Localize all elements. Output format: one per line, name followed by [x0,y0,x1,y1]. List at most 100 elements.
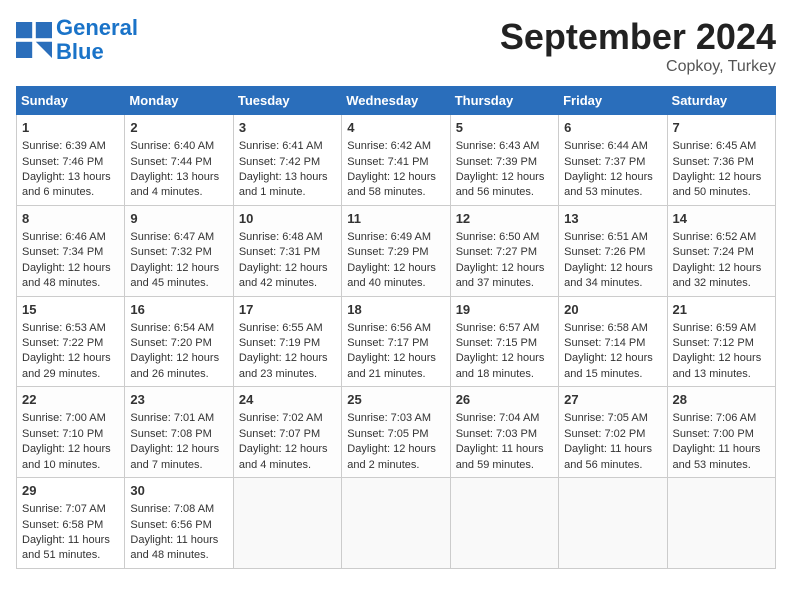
day-number: 15 [22,301,119,319]
day-info: Sunrise: 6:49 AMSunset: 7:29 PMDaylight:… [347,231,436,289]
calendar-cell: 26 Sunrise: 7:04 AMSunset: 7:03 PMDayligh… [450,387,558,478]
column-header-monday: Monday [125,87,233,115]
day-number: 18 [347,301,444,319]
day-info: Sunrise: 6:53 AMSunset: 7:22 PMDaylight:… [22,322,111,380]
calendar-cell [559,478,667,569]
day-info: Sunrise: 7:03 AMSunset: 7:05 PMDaylight:… [347,412,436,470]
calendar-cell: 20Sunrise: 6:58 AMSunset: 7:14 PMDayligh… [559,296,667,387]
calendar-cell [233,478,341,569]
day-number: 17 [239,301,336,319]
calendar-week-row: 15 Sunrise: 6:53 AMSunset: 7:22 PMDayligh… [17,296,776,387]
calendar-cell [450,478,558,569]
calendar-cell: 30 Sunrise: 7:08 AMSunset: 6:56 PMDayligh… [125,478,233,569]
day-info: Sunrise: 6:46 AMSunset: 7:34 PMDaylight:… [22,231,111,289]
day-number: 2 [130,119,227,137]
day-info: Sunrise: 7:00 AMSunset: 7:10 PMDaylight:… [22,412,111,470]
day-number: 11 [347,210,444,228]
calendar-cell: 14 Sunrise: 6:52 AMSunset: 7:24 PMDayligh… [667,205,775,296]
day-number: 28 [673,391,770,409]
day-number: 19 [456,301,553,319]
day-number: 27 [564,391,661,409]
day-number: 5 [456,119,553,137]
day-number: 3 [239,119,336,137]
location-subtitle: Copkoy, Turkey [500,58,776,76]
calendar-cell: 1Sunrise: 6:39 AMSunset: 7:46 PMDaylight… [17,115,125,206]
day-info: Sunrise: 6:57 AMSunset: 7:15 PMDaylight:… [456,322,545,380]
day-info: Sunrise: 7:06 AMSunset: 7:00 PMDaylight:… [673,412,761,470]
day-number: 22 [22,391,119,409]
day-info: Sunrise: 7:05 AMSunset: 7:02 PMDaylight:… [564,412,652,470]
day-info: Sunrise: 6:40 AMSunset: 7:44 PMDaylight:… [130,140,219,198]
day-number: 6 [564,119,661,137]
day-info: Sunrise: 6:55 AMSunset: 7:19 PMDaylight:… [239,322,328,380]
calendar-table: SundayMondayTuesdayWednesdayThursdayFrid… [16,86,776,569]
day-info: Sunrise: 6:44 AMSunset: 7:37 PMDaylight:… [564,140,653,198]
day-number: 20 [564,301,661,319]
day-info: Sunrise: 6:52 AMSunset: 7:24 PMDaylight:… [673,231,762,289]
day-info: Sunrise: 6:51 AMSunset: 7:26 PMDaylight:… [564,231,653,289]
column-header-thursday: Thursday [450,87,558,115]
day-info: Sunrise: 6:47 AMSunset: 7:32 PMDaylight:… [130,231,219,289]
calendar-cell: 28 Sunrise: 7:06 AMSunset: 7:00 PMDayligh… [667,387,775,478]
calendar-cell [667,478,775,569]
calendar-cell: 2 Sunrise: 6:40 AMSunset: 7:44 PMDaylight… [125,115,233,206]
calendar-cell: 18 Sunrise: 6:56 AMSunset: 7:17 PMDayligh… [342,296,450,387]
day-info: Sunrise: 6:43 AMSunset: 7:39 PMDaylight:… [456,140,545,198]
day-number: 21 [673,301,770,319]
day-info: Sunrise: 6:41 AMSunset: 7:42 PMDaylight:… [239,140,328,198]
calendar-cell: 6 Sunrise: 6:44 AMSunset: 7:37 PMDaylight… [559,115,667,206]
calendar-week-row: 22 Sunrise: 7:00 AMSunset: 7:10 PMDayligh… [17,387,776,478]
day-number: 7 [673,119,770,137]
calendar-cell: 25 Sunrise: 7:03 AMSunset: 7:05 PMDayligh… [342,387,450,478]
column-header-tuesday: Tuesday [233,87,341,115]
calendar-cell: 7Sunrise: 6:45 AMSunset: 7:36 PMDaylight… [667,115,775,206]
column-header-wednesday: Wednesday [342,87,450,115]
day-info: Sunrise: 6:42 AMSunset: 7:41 PMDaylight:… [347,140,436,198]
logo: General Blue [16,16,138,64]
day-info: Sunrise: 7:04 AMSunset: 7:03 PMDaylight:… [456,412,544,470]
day-info: Sunrise: 7:07 AMSunset: 6:58 PMDaylight:… [22,503,110,561]
day-number: 16 [130,301,227,319]
day-info: Sunrise: 6:56 AMSunset: 7:17 PMDaylight:… [347,322,436,380]
calendar-cell: 13Sunrise: 6:51 AMSunset: 7:26 PMDayligh… [559,205,667,296]
calendar-cell: 27 Sunrise: 7:05 AMSunset: 7:02 PMDayligh… [559,387,667,478]
calendar-cell: 21 Sunrise: 6:59 AMSunset: 7:12 PMDayligh… [667,296,775,387]
day-number: 10 [239,210,336,228]
calendar-cell: 19 Sunrise: 6:57 AMSunset: 7:15 PMDayligh… [450,296,558,387]
day-info: Sunrise: 7:08 AMSunset: 6:56 PMDaylight:… [130,503,218,561]
day-number: 30 [130,482,227,500]
page-header: General Blue September 2024 Copkoy, Turk… [16,16,776,76]
calendar-cell: 15 Sunrise: 6:53 AMSunset: 7:22 PMDayligh… [17,296,125,387]
day-number: 9 [130,210,227,228]
day-number: 14 [673,210,770,228]
calendar-cell: 9 Sunrise: 6:47 AMSunset: 7:32 PMDaylight… [125,205,233,296]
day-info: Sunrise: 7:02 AMSunset: 7:07 PMDaylight:… [239,412,328,470]
day-number: 26 [456,391,553,409]
calendar-cell: 10 Sunrise: 6:48 AMSunset: 7:31 PMDayligh… [233,205,341,296]
day-number: 8 [22,210,119,228]
title-block: September 2024 Copkoy, Turkey [500,16,776,76]
day-info: Sunrise: 6:59 AMSunset: 7:12 PMDaylight:… [673,322,762,380]
calendar-header-row: SundayMondayTuesdayWednesdayThursdayFrid… [17,87,776,115]
day-number: 4 [347,119,444,137]
calendar-cell: 24 Sunrise: 7:02 AMSunset: 7:07 PMDayligh… [233,387,341,478]
day-number: 29 [22,482,119,500]
calendar-cell: 11 Sunrise: 6:49 AMSunset: 7:29 PMDayligh… [342,205,450,296]
day-info: Sunrise: 6:54 AMSunset: 7:20 PMDaylight:… [130,322,219,380]
logo-line2: Blue [56,39,104,64]
column-header-friday: Friday [559,87,667,115]
calendar-cell: 17 Sunrise: 6:55 AMSunset: 7:19 PMDayligh… [233,296,341,387]
day-number: 23 [130,391,227,409]
calendar-cell: 22 Sunrise: 7:00 AMSunset: 7:10 PMDayligh… [17,387,125,478]
day-number: 12 [456,210,553,228]
day-number: 25 [347,391,444,409]
calendar-cell: 12 Sunrise: 6:50 AMSunset: 7:27 PMDayligh… [450,205,558,296]
calendar-cell: 4 Sunrise: 6:42 AMSunset: 7:41 PMDaylight… [342,115,450,206]
column-header-sunday: Sunday [17,87,125,115]
calendar-week-row: 1Sunrise: 6:39 AMSunset: 7:46 PMDaylight… [17,115,776,206]
day-number: 24 [239,391,336,409]
day-info: Sunrise: 6:50 AMSunset: 7:27 PMDaylight:… [456,231,545,289]
calendar-cell: 23Sunrise: 7:01 AMSunset: 7:08 PMDayligh… [125,387,233,478]
calendar-cell [342,478,450,569]
day-info: Sunrise: 6:48 AMSunset: 7:31 PMDaylight:… [239,231,328,289]
